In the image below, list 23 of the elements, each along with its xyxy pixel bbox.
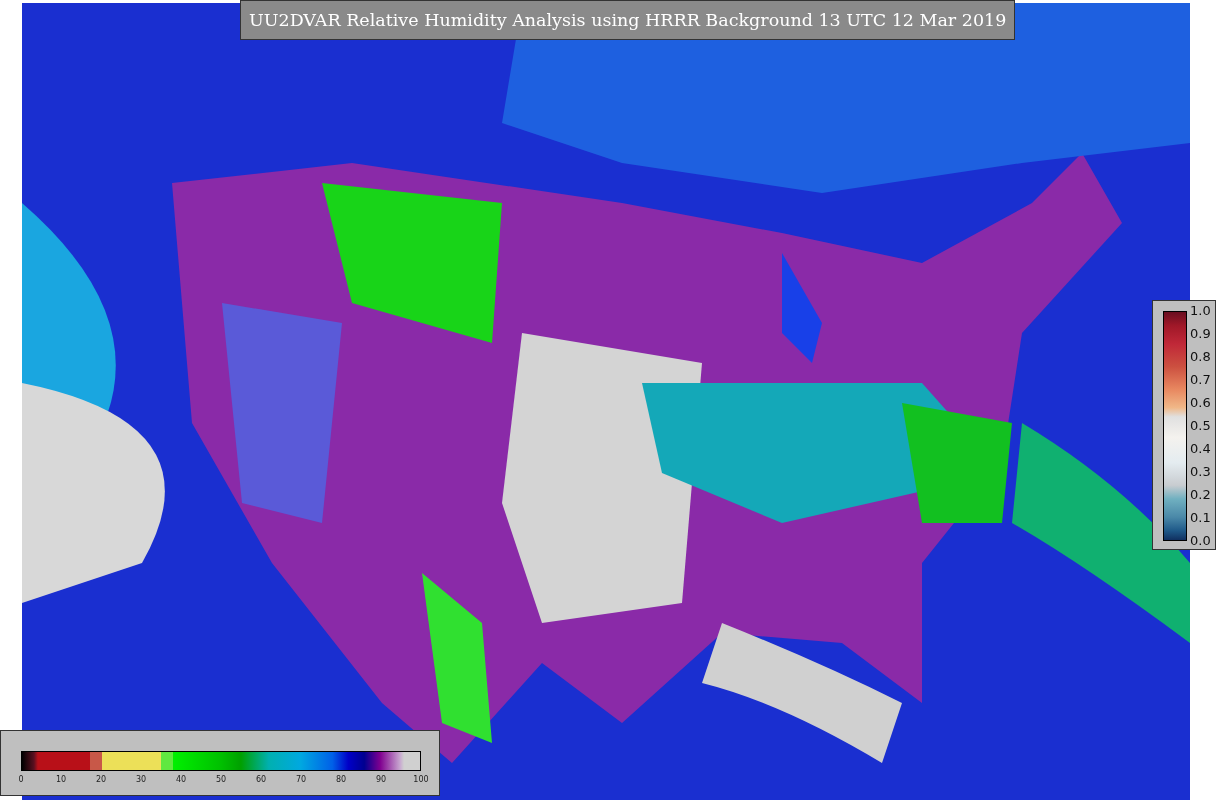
colorbar-tick-label: 0.2: [1190, 487, 1211, 503]
colorbar-tick-label: 0.8: [1190, 349, 1211, 365]
colorbar-tick-label: 30: [135, 775, 147, 784]
colorbar-tick-label: 10: [55, 775, 67, 784]
colorbar-tick-label: 0: [18, 775, 24, 784]
colorbar-tick-label: 0.7: [1190, 372, 1211, 388]
colorbar-tick-label: 90: [375, 775, 387, 784]
colorbar-tick-label: 0.3: [1190, 464, 1211, 480]
colorbar-tick-label: 0.5: [1190, 418, 1211, 434]
colorbar-tick-label: 40: [175, 775, 187, 784]
colorbar-tick-label: 80: [335, 775, 347, 784]
colorbar-tick-label: 0.6: [1190, 395, 1211, 411]
colorbar-tick-label: 0.0: [1190, 533, 1211, 549]
colorbar-tick-label: 70: [295, 775, 307, 784]
colorbar-tick-label: 20: [95, 775, 107, 784]
colorbar-tick-label: 60: [255, 775, 267, 784]
colorbar-tick-label: 100: [413, 775, 429, 784]
colorbar-tick-label: 0.4: [1190, 441, 1211, 457]
colorbar-tick-label: 0.1: [1190, 510, 1211, 526]
colorbar-tick-label: 0.9: [1190, 326, 1211, 342]
colorbar-tick-label: 50: [215, 775, 227, 784]
map-title: UU2DVAR Relative Humidity Analysis using HRRR Background 13 UTC 12 Mar 2019: [240, 0, 1016, 40]
colorbar-tick-label: 1.0: [1190, 303, 1211, 319]
